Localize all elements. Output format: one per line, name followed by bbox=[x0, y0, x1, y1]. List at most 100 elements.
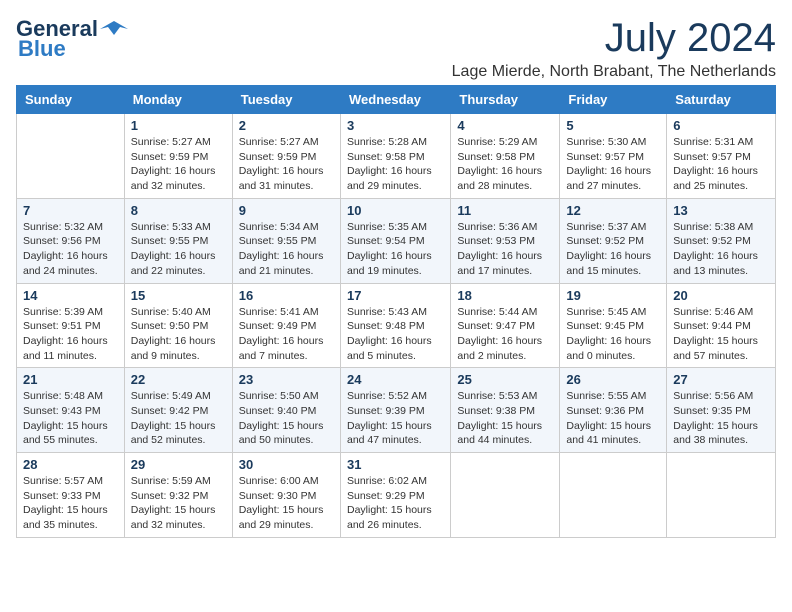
calendar-cell: 22 Sunrise: 5:49 AM Sunset: 9:42 PM Dayli… bbox=[124, 368, 232, 453]
day-number: 18 bbox=[457, 288, 553, 303]
day-info: Sunrise: 5:33 AM Sunset: 9:55 PM Dayligh… bbox=[131, 220, 226, 279]
day-info: Sunrise: 5:40 AM Sunset: 9:50 PM Dayligh… bbox=[131, 305, 226, 364]
page-header: General Blue July 2024 Lage Mierde, Nort… bbox=[16, 16, 776, 81]
calendar-cell: 16Sunrise: 5:41 AM Sunset: 9:49 PM Dayli… bbox=[232, 283, 340, 368]
day-info: Sunrise: 5:34 AM Sunset: 9:55 PM Dayligh… bbox=[239, 220, 334, 279]
day-number: 2 bbox=[239, 118, 334, 133]
calendar-cell: 15 Sunrise: 5:40 AM Sunset: 9:50 PM Dayli… bbox=[124, 283, 232, 368]
calendar-cell: 19 Sunrise: 5:45 AM Sunset: 9:45 PM Dayli… bbox=[560, 283, 667, 368]
calendar-cell: 9 Sunrise: 5:34 AM Sunset: 9:55 PM Daylig… bbox=[232, 198, 340, 283]
calendar-cell bbox=[560, 453, 667, 538]
day-info: Sunrise: 5:38 AM Sunset: 9:52 PM Dayligh… bbox=[673, 220, 769, 279]
calendar-cell: 30 Sunrise: 6:00 AM Sunset: 9:30 PM Dayli… bbox=[232, 453, 340, 538]
day-number: 26 bbox=[566, 372, 660, 387]
day-info: Sunrise: 5:35 AM Sunset: 9:54 PM Dayligh… bbox=[347, 220, 444, 279]
calendar-cell: 11 Sunrise: 5:36 AM Sunset: 9:53 PM Dayli… bbox=[451, 198, 560, 283]
day-info: Sunrise: 5:46 AM Sunset: 9:44 PM Dayligh… bbox=[673, 305, 769, 364]
header-wednesday: Wednesday bbox=[340, 86, 450, 114]
day-number: 23 bbox=[239, 372, 334, 387]
day-info: Sunrise: 6:02 AM Sunset: 9:29 PM Dayligh… bbox=[347, 474, 444, 533]
day-info: Sunrise: 5:49 AM Sunset: 9:42 PM Dayligh… bbox=[131, 389, 226, 448]
day-info: Sunrise: 5:36 AM Sunset: 9:53 PM Dayligh… bbox=[457, 220, 553, 279]
day-number: 22 bbox=[131, 372, 226, 387]
calendar-cell: 7Sunrise: 5:32 AM Sunset: 9:56 PM Daylig… bbox=[17, 198, 125, 283]
day-number: 20 bbox=[673, 288, 769, 303]
header-saturday: Saturday bbox=[667, 86, 776, 114]
day-number: 8 bbox=[131, 203, 226, 218]
calendar-cell: 6Sunrise: 5:31 AM Sunset: 9:57 PM Daylig… bbox=[667, 114, 776, 199]
day-number: 5 bbox=[566, 118, 660, 133]
day-info: Sunrise: 5:29 AM Sunset: 9:58 PM Dayligh… bbox=[457, 135, 553, 194]
calendar-week-row: 28 Sunrise: 5:57 AM Sunset: 9:33 PM Dayli… bbox=[17, 453, 776, 538]
calendar-cell: 17 Sunrise: 5:43 AM Sunset: 9:48 PM Dayli… bbox=[340, 283, 450, 368]
day-info: Sunrise: 5:39 AM Sunset: 9:51 PM Dayligh… bbox=[23, 305, 118, 364]
calendar-cell: 8 Sunrise: 5:33 AM Sunset: 9:55 PM Daylig… bbox=[124, 198, 232, 283]
calendar-cell: 27Sunrise: 5:56 AM Sunset: 9:35 PM Dayli… bbox=[667, 368, 776, 453]
day-info: Sunrise: 5:28 AM Sunset: 9:58 PM Dayligh… bbox=[347, 135, 444, 194]
day-info: Sunrise: 5:45 AM Sunset: 9:45 PM Dayligh… bbox=[566, 305, 660, 364]
day-number: 24 bbox=[347, 372, 444, 387]
day-info: Sunrise: 5:30 AM Sunset: 9:57 PM Dayligh… bbox=[566, 135, 660, 194]
calendar-cell: 2 Sunrise: 5:27 AM Sunset: 9:59 PM Daylig… bbox=[232, 114, 340, 199]
day-number: 31 bbox=[347, 457, 444, 472]
day-info: Sunrise: 5:44 AM Sunset: 9:47 PM Dayligh… bbox=[457, 305, 553, 364]
calendar-cell: 26 Sunrise: 5:55 AM Sunset: 9:36 PM Dayli… bbox=[560, 368, 667, 453]
day-number: 25 bbox=[457, 372, 553, 387]
header-friday: Friday bbox=[560, 86, 667, 114]
day-number: 28 bbox=[23, 457, 118, 472]
day-info: Sunrise: 5:50 AM Sunset: 9:40 PM Dayligh… bbox=[239, 389, 334, 448]
day-info: Sunrise: 5:56 AM Sunset: 9:35 PM Dayligh… bbox=[673, 389, 769, 448]
calendar-week-row: 1 Sunrise: 5:27 AM Sunset: 9:59 PM Daylig… bbox=[17, 114, 776, 199]
day-info: Sunrise: 5:55 AM Sunset: 9:36 PM Dayligh… bbox=[566, 389, 660, 448]
calendar-cell: 4Sunrise: 5:29 AM Sunset: 9:58 PM Daylig… bbox=[451, 114, 560, 199]
day-number: 11 bbox=[457, 203, 553, 218]
calendar-cell: 3 Sunrise: 5:28 AM Sunset: 9:58 PM Daylig… bbox=[340, 114, 450, 199]
day-number: 19 bbox=[566, 288, 660, 303]
header-sunday: Sunday bbox=[17, 86, 125, 114]
month-year-title: July 2024 bbox=[452, 16, 776, 61]
header-thursday: Thursday bbox=[451, 86, 560, 114]
location-subtitle: Lage Mierde, North Brabant, The Netherla… bbox=[452, 63, 776, 81]
day-number: 29 bbox=[131, 457, 226, 472]
day-info: Sunrise: 5:52 AM Sunset: 9:39 PM Dayligh… bbox=[347, 389, 444, 448]
day-number: 1 bbox=[131, 118, 226, 133]
day-number: 17 bbox=[347, 288, 444, 303]
calendar-cell bbox=[667, 453, 776, 538]
day-number: 15 bbox=[131, 288, 226, 303]
day-info: Sunrise: 5:27 AM Sunset: 9:59 PM Dayligh… bbox=[131, 135, 226, 194]
logo-bird-icon bbox=[100, 19, 128, 39]
day-info: Sunrise: 5:48 AM Sunset: 9:43 PM Dayligh… bbox=[23, 389, 118, 448]
day-info: Sunrise: 5:37 AM Sunset: 9:52 PM Dayligh… bbox=[566, 220, 660, 279]
calendar-cell: 31 Sunrise: 6:02 AM Sunset: 9:29 PM Dayli… bbox=[340, 453, 450, 538]
day-number: 30 bbox=[239, 457, 334, 472]
day-info: Sunrise: 6:00 AM Sunset: 9:30 PM Dayligh… bbox=[239, 474, 334, 533]
day-info: Sunrise: 5:43 AM Sunset: 9:48 PM Dayligh… bbox=[347, 305, 444, 364]
calendar-cell: 20 Sunrise: 5:46 AM Sunset: 9:44 PM Dayli… bbox=[667, 283, 776, 368]
day-number: 7 bbox=[23, 203, 118, 218]
day-number: 3 bbox=[347, 118, 444, 133]
calendar-week-row: 7Sunrise: 5:32 AM Sunset: 9:56 PM Daylig… bbox=[17, 198, 776, 283]
title-section: July 2024 Lage Mierde, North Brabant, Th… bbox=[452, 16, 776, 81]
calendar-week-row: 14Sunrise: 5:39 AM Sunset: 9:51 PM Dayli… bbox=[17, 283, 776, 368]
calendar-cell: 18 Sunrise: 5:44 AM Sunset: 9:47 PM Dayli… bbox=[451, 283, 560, 368]
day-number: 6 bbox=[673, 118, 769, 133]
day-info: Sunrise: 5:27 AM Sunset: 9:59 PM Dayligh… bbox=[239, 135, 334, 194]
day-info: Sunrise: 5:41 AM Sunset: 9:49 PM Dayligh… bbox=[239, 305, 334, 364]
calendar-cell: 21Sunrise: 5:48 AM Sunset: 9:43 PM Dayli… bbox=[17, 368, 125, 453]
calendar-cell: 10Sunrise: 5:35 AM Sunset: 9:54 PM Dayli… bbox=[340, 198, 450, 283]
logo: General Blue bbox=[16, 16, 128, 62]
calendar-cell: 24 Sunrise: 5:52 AM Sunset: 9:39 PM Dayli… bbox=[340, 368, 450, 453]
day-info: Sunrise: 5:53 AM Sunset: 9:38 PM Dayligh… bbox=[457, 389, 553, 448]
calendar-cell: 12 Sunrise: 5:37 AM Sunset: 9:52 PM Dayli… bbox=[560, 198, 667, 283]
calendar-cell: 23 Sunrise: 5:50 AM Sunset: 9:40 PM Dayli… bbox=[232, 368, 340, 453]
calendar-cell: 28 Sunrise: 5:57 AM Sunset: 9:33 PM Dayli… bbox=[17, 453, 125, 538]
calendar-cell: 5 Sunrise: 5:30 AM Sunset: 9:57 PM Daylig… bbox=[560, 114, 667, 199]
day-info: Sunrise: 5:57 AM Sunset: 9:33 PM Dayligh… bbox=[23, 474, 118, 533]
calendar-cell: 25 Sunrise: 5:53 AM Sunset: 9:38 PM Dayli… bbox=[451, 368, 560, 453]
calendar-table: SundayMondayTuesdayWednesdayThursdayFrid… bbox=[16, 85, 776, 538]
header-tuesday: Tuesday bbox=[232, 86, 340, 114]
calendar-week-row: 21Sunrise: 5:48 AM Sunset: 9:43 PM Dayli… bbox=[17, 368, 776, 453]
day-number: 9 bbox=[239, 203, 334, 218]
calendar-cell bbox=[451, 453, 560, 538]
day-number: 12 bbox=[566, 203, 660, 218]
